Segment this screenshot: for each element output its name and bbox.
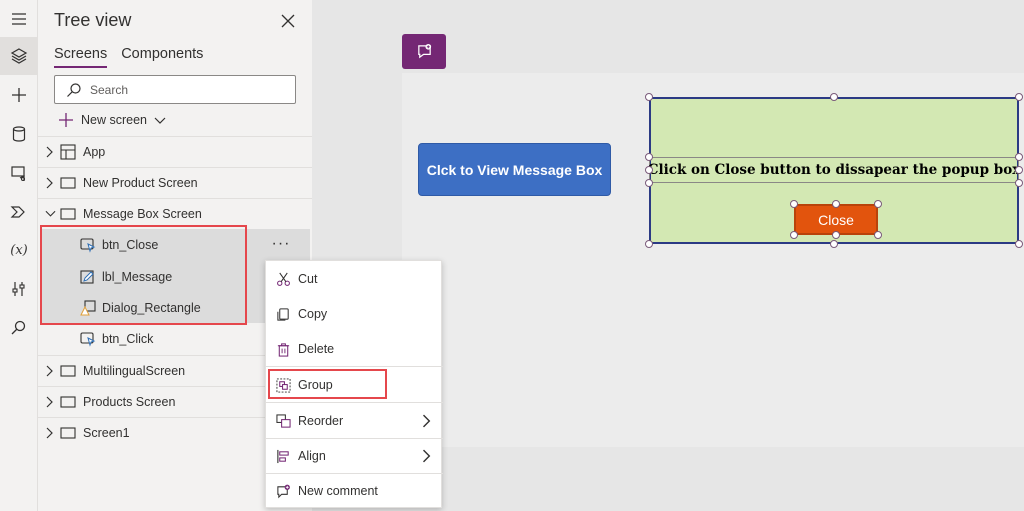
chevron-right-icon[interactable] xyxy=(44,395,56,409)
group-annotation-box xyxy=(268,369,387,399)
menu-item-new-comment[interactable]: New comment xyxy=(266,474,443,508)
menu-item-cut[interactable]: Cut xyxy=(266,262,443,296)
tree-item-label: Products Screen xyxy=(83,395,176,409)
resize-handle[interactable] xyxy=(645,153,653,161)
screen-icon xyxy=(60,396,76,408)
menu-item-label: Reorder xyxy=(298,414,344,428)
new-screen-label: New screen xyxy=(81,113,147,127)
menu-item-label: Cut xyxy=(298,272,318,286)
resize-handle[interactable] xyxy=(832,231,840,239)
resize-handle[interactable] xyxy=(790,231,798,239)
tree-header: Tree view xyxy=(38,0,312,44)
resize-handle[interactable] xyxy=(832,200,840,208)
screen-icon xyxy=(60,177,76,189)
scissors-icon xyxy=(274,270,292,288)
chevron-right-icon xyxy=(423,414,431,428)
search-icon xyxy=(67,83,81,97)
reorder-icon xyxy=(274,412,292,430)
more-options-button[interactable]: ··· xyxy=(268,235,294,255)
menu-item-label: Delete xyxy=(298,342,335,356)
database-icon[interactable] xyxy=(0,115,38,153)
chevron-right-icon xyxy=(423,449,431,463)
view-message-box-button[interactable]: Clck to View Message Box xyxy=(418,143,611,196)
resize-handle[interactable] xyxy=(645,240,653,248)
resize-handle[interactable] xyxy=(1015,179,1023,187)
comment-icon xyxy=(274,482,292,500)
copy-icon xyxy=(274,305,292,323)
search-box[interactable] xyxy=(54,75,296,104)
chevron-right-icon[interactable] xyxy=(44,426,56,440)
menu-item-label: Copy xyxy=(298,307,328,321)
new-screen-button[interactable]: New screen xyxy=(58,110,166,130)
menu-item-reorder[interactable]: Reorder xyxy=(266,404,443,438)
chevron-right-icon[interactable] xyxy=(44,176,56,190)
resize-handle[interactable] xyxy=(1015,240,1023,248)
layers-icon[interactable] xyxy=(0,37,38,75)
resize-handle[interactable] xyxy=(830,93,838,101)
media-icon[interactable] xyxy=(0,154,38,192)
variables-icon[interactable]: (x) xyxy=(0,231,38,269)
menu-item-delete[interactable]: Delete xyxy=(266,332,443,366)
tree-item-label: btn_Click xyxy=(102,332,154,346)
menu-divider xyxy=(266,366,443,367)
power-automate-icon[interactable] xyxy=(0,193,38,231)
resize-handle[interactable] xyxy=(874,200,882,208)
tree-item-label: Screen1 xyxy=(83,426,130,440)
menu-divider xyxy=(266,402,443,403)
screen-icon xyxy=(60,427,76,439)
tab-screens[interactable]: Screens xyxy=(54,46,108,68)
resize-handle[interactable] xyxy=(645,179,653,187)
screen-icon xyxy=(60,208,76,220)
comment-icon[interactable] xyxy=(402,34,446,69)
resize-handle[interactable] xyxy=(874,231,882,239)
hamburger-icon[interactable] xyxy=(0,0,38,38)
plus-icon xyxy=(59,113,73,127)
close-icon[interactable] xyxy=(278,11,298,31)
left-rail: (x) xyxy=(0,0,38,511)
chevron-down-icon xyxy=(154,117,166,124)
resize-handle[interactable] xyxy=(790,200,798,208)
tab-components[interactable]: Components xyxy=(121,46,203,68)
tree-item-label: New Product Screen xyxy=(83,176,198,190)
resize-handle[interactable] xyxy=(1015,166,1023,174)
resize-handle[interactable] xyxy=(1015,93,1023,101)
screen-icon xyxy=(60,365,76,377)
tree-item-label: MultilingualScreen xyxy=(83,364,186,378)
tree-item-app[interactable]: App xyxy=(38,137,312,167)
app-icon xyxy=(60,144,76,160)
tree-item-label: Message Box Screen xyxy=(83,207,202,221)
resize-handle[interactable] xyxy=(645,93,653,101)
tree-tabs: Screens Components xyxy=(54,46,203,68)
menu-item-align[interactable]: Align xyxy=(266,439,443,473)
trash-icon xyxy=(274,340,292,358)
resize-handle[interactable] xyxy=(830,240,838,248)
menu-item-copy[interactable]: Copy xyxy=(266,297,443,331)
button-icon xyxy=(80,332,96,347)
tools-icon[interactable] xyxy=(0,270,38,308)
menu-item-label: New comment xyxy=(298,484,378,498)
search-icon[interactable] xyxy=(0,309,38,347)
menu-item-label: Align xyxy=(298,449,326,463)
search-input[interactable] xyxy=(90,81,290,99)
selection-annotation-box xyxy=(40,225,247,325)
plus-icon[interactable] xyxy=(0,76,38,114)
resize-handle[interactable] xyxy=(645,166,653,174)
variables-label: (x) xyxy=(10,242,28,258)
chevron-down-icon[interactable] xyxy=(44,207,56,221)
chevron-right-icon[interactable] xyxy=(44,145,56,159)
dialog-message-label[interactable]: Click on Close button to dissapear the p… xyxy=(648,157,1020,183)
align-icon xyxy=(274,447,292,465)
resize-handle[interactable] xyxy=(1015,153,1023,161)
chevron-right-icon[interactable] xyxy=(44,364,56,378)
tree-item-new-product-screen[interactable]: New Product Screen xyxy=(38,168,312,198)
tree-item-label: App xyxy=(83,145,106,159)
tree-title: Tree view xyxy=(54,10,132,30)
